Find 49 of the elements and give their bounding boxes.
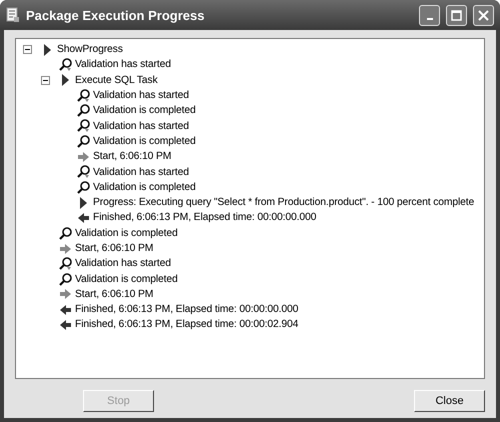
tree-item-label: Start, 6:06:10 PM <box>74 288 154 300</box>
magnifier-icon <box>77 165 90 180</box>
maximize-button[interactable] <box>446 4 467 26</box>
triangle-icon <box>79 196 88 209</box>
tree-item-label: Validation is completed <box>92 136 196 147</box>
collapse-toggle-icon[interactable] <box>41 76 50 85</box>
close-icon <box>478 10 489 20</box>
window-title: Package Execution Progress <box>26 8 206 22</box>
right-arrow-icon <box>60 244 71 254</box>
tree-item-label: Validation has started <box>92 166 189 178</box>
tree-item-label: Progress: Executing query "Select * from Production.product". - 100 percent complete <box>92 197 474 208</box>
tree-item-label: Validation has started <box>92 90 189 102</box>
tree-item-label: Validation is completed <box>92 105 196 116</box>
tree-item-label: Validation is completed <box>74 228 178 239</box>
minimize-button[interactable] <box>419 4 440 26</box>
left-arrow-icon <box>60 320 71 330</box>
left-arrow-icon <box>78 212 89 223</box>
tree-item-label: Execute SQL Task <box>74 74 158 86</box>
magnifier-icon <box>77 88 90 103</box>
triangle-icon <box>43 44 52 56</box>
tree-item-label: Validation has started <box>74 258 171 270</box>
magnifier-icon <box>77 119 90 134</box>
right-arrow-icon <box>78 152 89 162</box>
close-button[interactable] <box>473 4 494 26</box>
tree-item-label: ShowProgress <box>56 44 123 56</box>
close-dialog-button[interactable]: Close <box>414 390 485 412</box>
tree-item-label: Validation has started <box>92 120 189 132</box>
tree-item-label: Validation is completed <box>92 182 196 193</box>
magnifier-icon <box>59 272 72 286</box>
maximize-icon <box>451 10 462 20</box>
magnifier-icon <box>77 104 90 118</box>
tree-item-label: Finished, 6:06:13 PM, Elapsed time: 00:00:00.000 <box>92 212 316 224</box>
left-arrow-icon <box>60 304 71 315</box>
magnifier-icon <box>77 180 90 194</box>
document-icon <box>6 7 20 23</box>
tree-item-label: Validation is completed <box>74 274 178 285</box>
minimize-icon <box>426 18 432 20</box>
magnifier-icon <box>59 256 72 271</box>
right-arrow-icon <box>60 289 71 300</box>
triangle-icon <box>61 74 70 86</box>
collapse-toggle-icon[interactable] <box>23 45 32 54</box>
magnifier-icon <box>59 226 72 240</box>
tree-item-label: Start, 6:06:10 PM <box>74 243 154 254</box>
tree-item-label: Start, 6:06:10 PM <box>92 151 172 162</box>
magnifier-icon <box>59 58 72 72</box>
magnifier-icon <box>77 134 90 148</box>
tree-item-label: Finished, 6:06:13 PM, Elapsed time: 00:00:02.904 <box>74 319 298 330</box>
tree-item-label: Validation has started <box>74 59 171 70</box>
tree-item-label: Finished, 6:06:13 PM, Elapsed time: 00:00:00.000 <box>74 304 298 316</box>
